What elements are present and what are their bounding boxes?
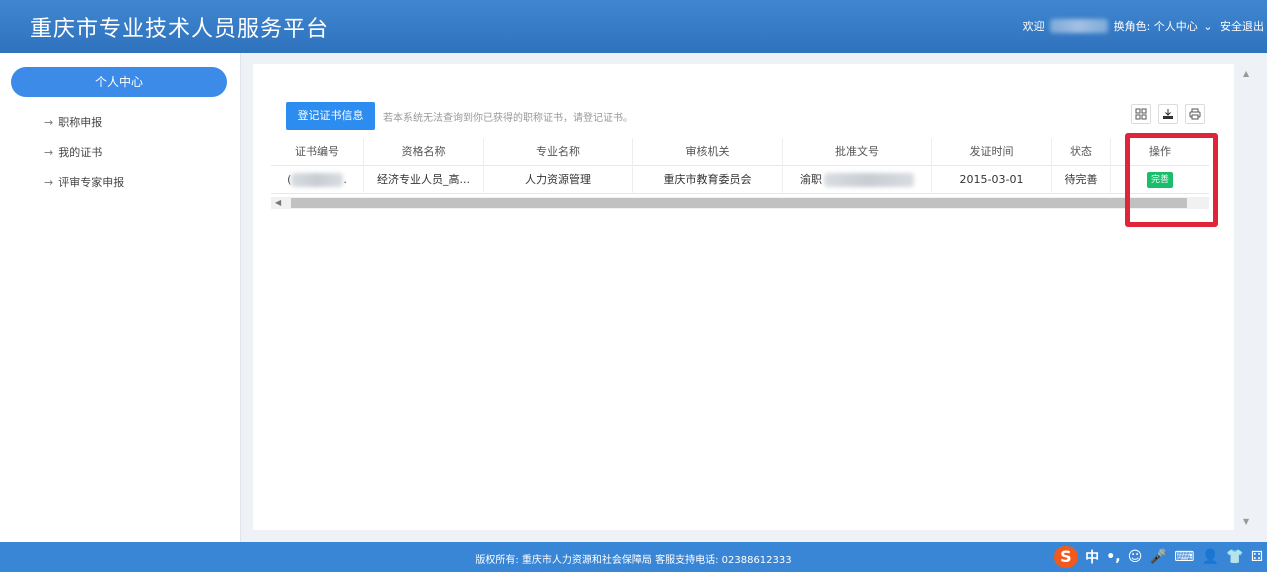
sidebar-item-title-application[interactable]: → 职称申报 [44, 114, 102, 130]
column-header: 批准文号 [783, 138, 932, 166]
ime-toolbar: S 中 •, ☺ 🎤 ⌨ 👤 👕 ⚃ [1050, 546, 1263, 568]
header-bar: 重庆市专业技术人员服务平台 欢迎 换角色: 个人中心 ⌄ 安全退出 [0, 0, 1267, 53]
scroll-up-icon[interactable]: ▲ [1243, 69, 1249, 78]
cell-major: 人力资源管理 [484, 166, 633, 194]
table-row: (. 经济专业人员_高... 人力资源管理 重庆市教育委员会 渝职 2015-0… [271, 166, 1209, 194]
sidebar-item-label: 评审专家申报 [58, 176, 125, 189]
microphone-icon[interactable]: 🎤 [1150, 549, 1167, 565]
table-header: 证书编号 资格名称 专业名称 审核机关 批准文号 发证时间 状态 操作 [271, 138, 1209, 166]
main-panel [253, 64, 1234, 530]
vertical-scrollbar[interactable]: ▲ ▼ [1234, 53, 1267, 542]
column-header: 专业名称 [484, 138, 633, 166]
arrow-right-icon: → [44, 176, 54, 189]
redacted-text [291, 173, 344, 187]
sidebar: 个人中心 → 职称申报 → 我的证书 → 评审专家申报 [0, 53, 241, 542]
column-header: 发证时间 [932, 138, 1052, 166]
scroll-down-icon[interactable]: ▼ [1243, 517, 1249, 526]
export-icon[interactable] [1158, 104, 1178, 124]
sidebar-item-expert-application[interactable]: → 评审专家申报 [44, 174, 124, 190]
cell-cert-number: (. [271, 166, 364, 194]
hint-text: 若本系统无法查询到你已获得的职称证书，请登记证书。 [383, 113, 633, 124]
scrollbar-thumb[interactable] [291, 198, 1187, 208]
register-certificate-button[interactable]: 登记证书信息 [286, 102, 375, 130]
grid-icon[interactable] [1131, 104, 1151, 124]
footer-bar: 版权所有: 重庆市人力资源和社会保障局 客服支持电话: 02388612333 … [0, 542, 1267, 572]
user-menu: 欢迎 换角色: 个人中心 ⌄ 安全退出 [1023, 18, 1267, 34]
user-name-redacted [1050, 19, 1109, 33]
site-title: 重庆市专业技术人员服务平台 [30, 17, 330, 42]
cell-qualification: 经济专业人员_高... [364, 166, 484, 194]
switch-role-link[interactable]: 换角色: 个人中心 [1114, 18, 1198, 34]
cell-approval-number: 渝职 [783, 166, 932, 194]
chevron-down-icon[interactable]: ⌄ [1203, 20, 1212, 33]
sidebar-item-label: 职称申报 [58, 116, 103, 129]
horizontal-scrollbar[interactable]: ◀ [271, 197, 1209, 209]
print-icon[interactable] [1185, 104, 1205, 124]
sidebar-item-my-certificates[interactable]: → 我的证书 [44, 144, 102, 160]
column-header: 状态 [1052, 138, 1111, 166]
emoji-icon[interactable]: ☺ [1128, 549, 1143, 565]
toolbox-icon[interactable]: ⚃ [1251, 549, 1263, 565]
arrow-right-icon: → [44, 146, 54, 159]
punctuation-icon[interactable]: •, [1106, 549, 1120, 565]
logout-link[interactable]: 安全退出 [1220, 18, 1267, 34]
column-header: 审核机关 [633, 138, 783, 166]
scroll-left-icon[interactable]: ◀ [275, 197, 281, 209]
sogou-logo-icon[interactable]: S [1053, 546, 1078, 568]
sidebar-item-label: 我的证书 [58, 146, 103, 159]
skin-icon[interactable]: 👕 [1226, 549, 1243, 565]
keyboard-icon[interactable]: ⌨ [1174, 549, 1194, 565]
welcome-text: 欢迎 [1022, 20, 1045, 33]
column-header: 证书编号 [271, 138, 364, 166]
chinese-mode-icon[interactable]: 中 [1085, 547, 1099, 567]
cell-issue-date: 2015-03-01 [932, 166, 1052, 194]
certificates-table: 证书编号 资格名称 专业名称 审核机关 批准文号 发证时间 状态 操作 (. 经… [271, 138, 1209, 194]
sidebar-item-personal-center[interactable]: 个人中心 [11, 67, 227, 97]
arrow-right-icon: → [44, 116, 54, 129]
cell-authority: 重庆市教育委员会 [633, 166, 783, 194]
highlight-annotation [1125, 133, 1218, 227]
user-icon[interactable]: 👤 [1202, 549, 1219, 565]
cell-status: 待完善 [1052, 166, 1111, 194]
redacted-text [824, 173, 914, 187]
column-header: 资格名称 [364, 138, 484, 166]
